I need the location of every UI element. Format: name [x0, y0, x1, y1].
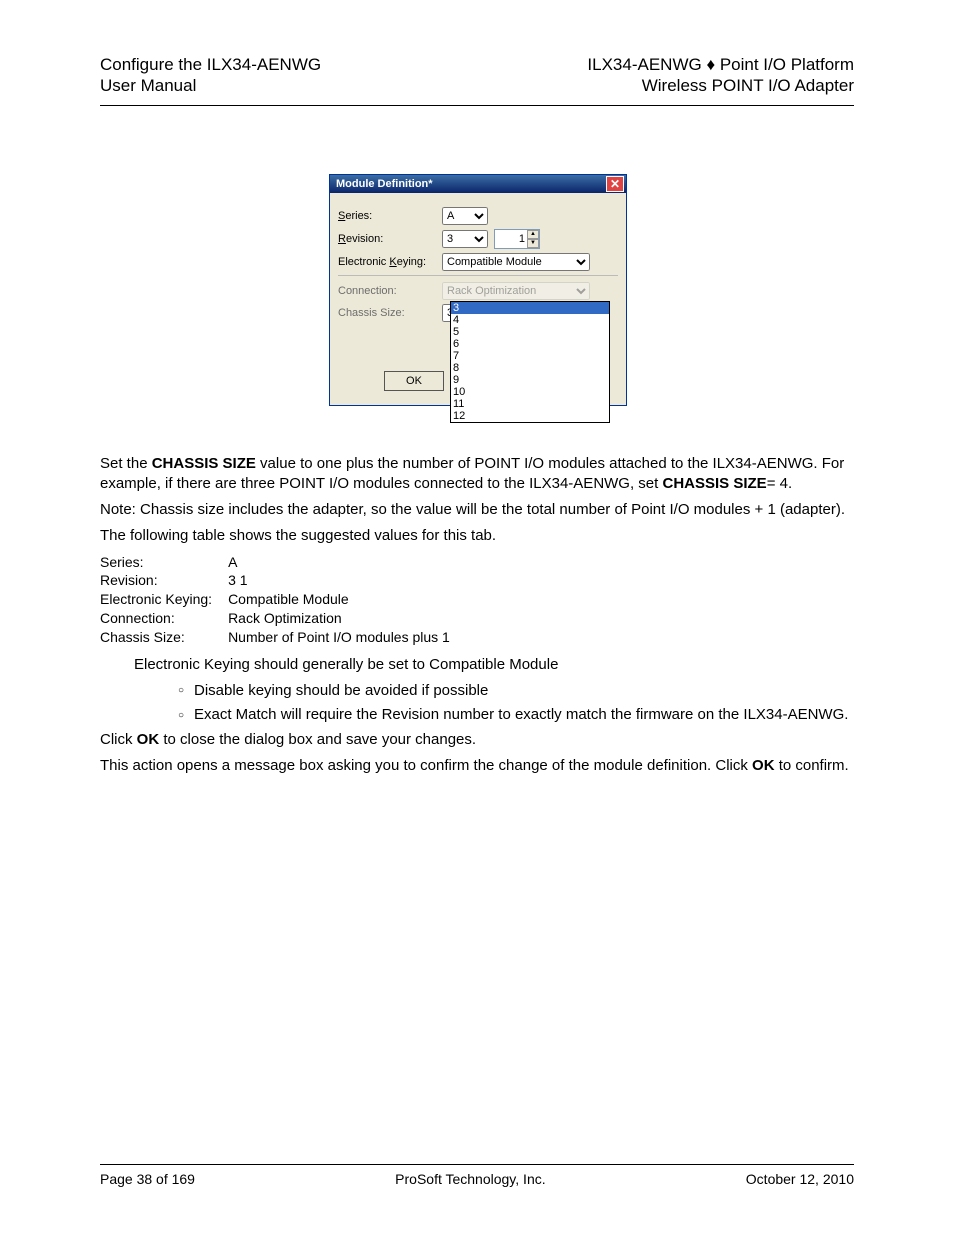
- revision-label: Revision:: [338, 233, 442, 245]
- connection-select[interactable]: Rack Optimization: [442, 282, 590, 300]
- header-rule: [100, 105, 854, 106]
- table-row: Revision:3 1: [100, 571, 458, 590]
- series-label: Series:: [338, 210, 442, 222]
- header-product-name: Wireless POINT I/O Adapter: [587, 75, 854, 96]
- chassis-option[interactable]: 8: [451, 362, 609, 374]
- revision-major-select[interactable]: 3: [442, 230, 488, 248]
- table-row: Connection:Rack Optimization: [100, 609, 458, 628]
- keying-label: Electronic Keying:: [338, 256, 442, 268]
- header-section-title: Configure the ILX34-AENWG: [100, 54, 321, 75]
- list-item: Exact Match will require the Revision nu…: [178, 705, 854, 725]
- chassis-option[interactable]: 4: [451, 314, 609, 326]
- chassis-label: Chassis Size:: [338, 307, 442, 319]
- page-body: Set the CHASSIS SIZE value to one plus t…: [100, 454, 854, 777]
- close-icon[interactable]: ✕: [606, 176, 624, 192]
- page-footer: Page 38 of 169 ProSoft Technology, Inc. …: [100, 1164, 854, 1187]
- settings-table: Series:A Revision:3 1 Electronic Keying:…: [100, 553, 458, 647]
- chassis-size-dropdown-list[interactable]: 3 4 5 6 7 8 9 10 11 12 13 14: [450, 301, 610, 423]
- footer-rule: [100, 1164, 854, 1165]
- ok-button[interactable]: OK: [384, 371, 444, 391]
- revision-minor-spinner[interactable]: ▲▼: [494, 229, 540, 249]
- list-item: Disable keying should be avoided if poss…: [178, 681, 854, 701]
- chassis-option[interactable]: 10: [451, 386, 609, 398]
- chassis-option[interactable]: 13: [451, 422, 609, 423]
- paragraph: Set the CHASSIS SIZE value to one plus t…: [100, 454, 854, 495]
- chassis-option[interactable]: 3: [451, 302, 609, 314]
- module-definition-dialog: Module Definition* ✕ Series: A Revision:…: [329, 174, 627, 406]
- header-doc-type: User Manual: [100, 75, 321, 96]
- embedded-screenshot: Module Definition* ✕ Series: A Revision:…: [329, 174, 625, 406]
- footer-company: ProSoft Technology, Inc.: [395, 1171, 545, 1187]
- chassis-option[interactable]: 11: [451, 398, 609, 410]
- dialog-divider: [338, 275, 618, 276]
- table-row: Electronic Keying:Compatible Module: [100, 590, 458, 609]
- spin-down-icon[interactable]: ▼: [527, 239, 539, 248]
- paragraph: This action opens a message box asking y…: [100, 756, 854, 776]
- table-row: Chassis Size:Number of Point I/O modules…: [100, 628, 458, 647]
- page-header: Configure the ILX34-AENWG User Manual IL…: [100, 54, 854, 97]
- spin-up-icon[interactable]: ▲: [527, 230, 539, 239]
- chassis-option[interactable]: 12: [451, 410, 609, 422]
- page-number: Page 38 of 169: [100, 1171, 195, 1187]
- paragraph: The following table shows the suggested …: [100, 526, 854, 546]
- bullet-list: Disable keying should be avoided if poss…: [178, 681, 854, 726]
- paragraph: Electronic Keying should generally be se…: [100, 655, 854, 675]
- chassis-option[interactable]: 7: [451, 350, 609, 362]
- dialog-title: Module Definition*: [336, 178, 433, 190]
- note-paragraph: Note: Chassis size includes the adapter,…: [100, 500, 854, 520]
- paragraph: Click OK to close the dialog box and sav…: [100, 730, 854, 750]
- connection-label: Connection:: [338, 285, 442, 297]
- dialog-titlebar: Module Definition* ✕: [330, 175, 626, 193]
- series-select[interactable]: A: [442, 207, 488, 225]
- revision-minor-input[interactable]: [495, 230, 527, 248]
- keying-select[interactable]: Compatible Module: [442, 253, 590, 271]
- chassis-option[interactable]: 5: [451, 326, 609, 338]
- footer-date: October 12, 2010: [746, 1171, 854, 1187]
- table-row: Series:A: [100, 553, 458, 572]
- chassis-option[interactable]: 6: [451, 338, 609, 350]
- header-product-line: ILX34-AENWG ♦ Point I/O Platform: [587, 54, 854, 75]
- chassis-option[interactable]: 9: [451, 374, 609, 386]
- document-page: Configure the ILX34-AENWG User Manual IL…: [0, 0, 954, 1235]
